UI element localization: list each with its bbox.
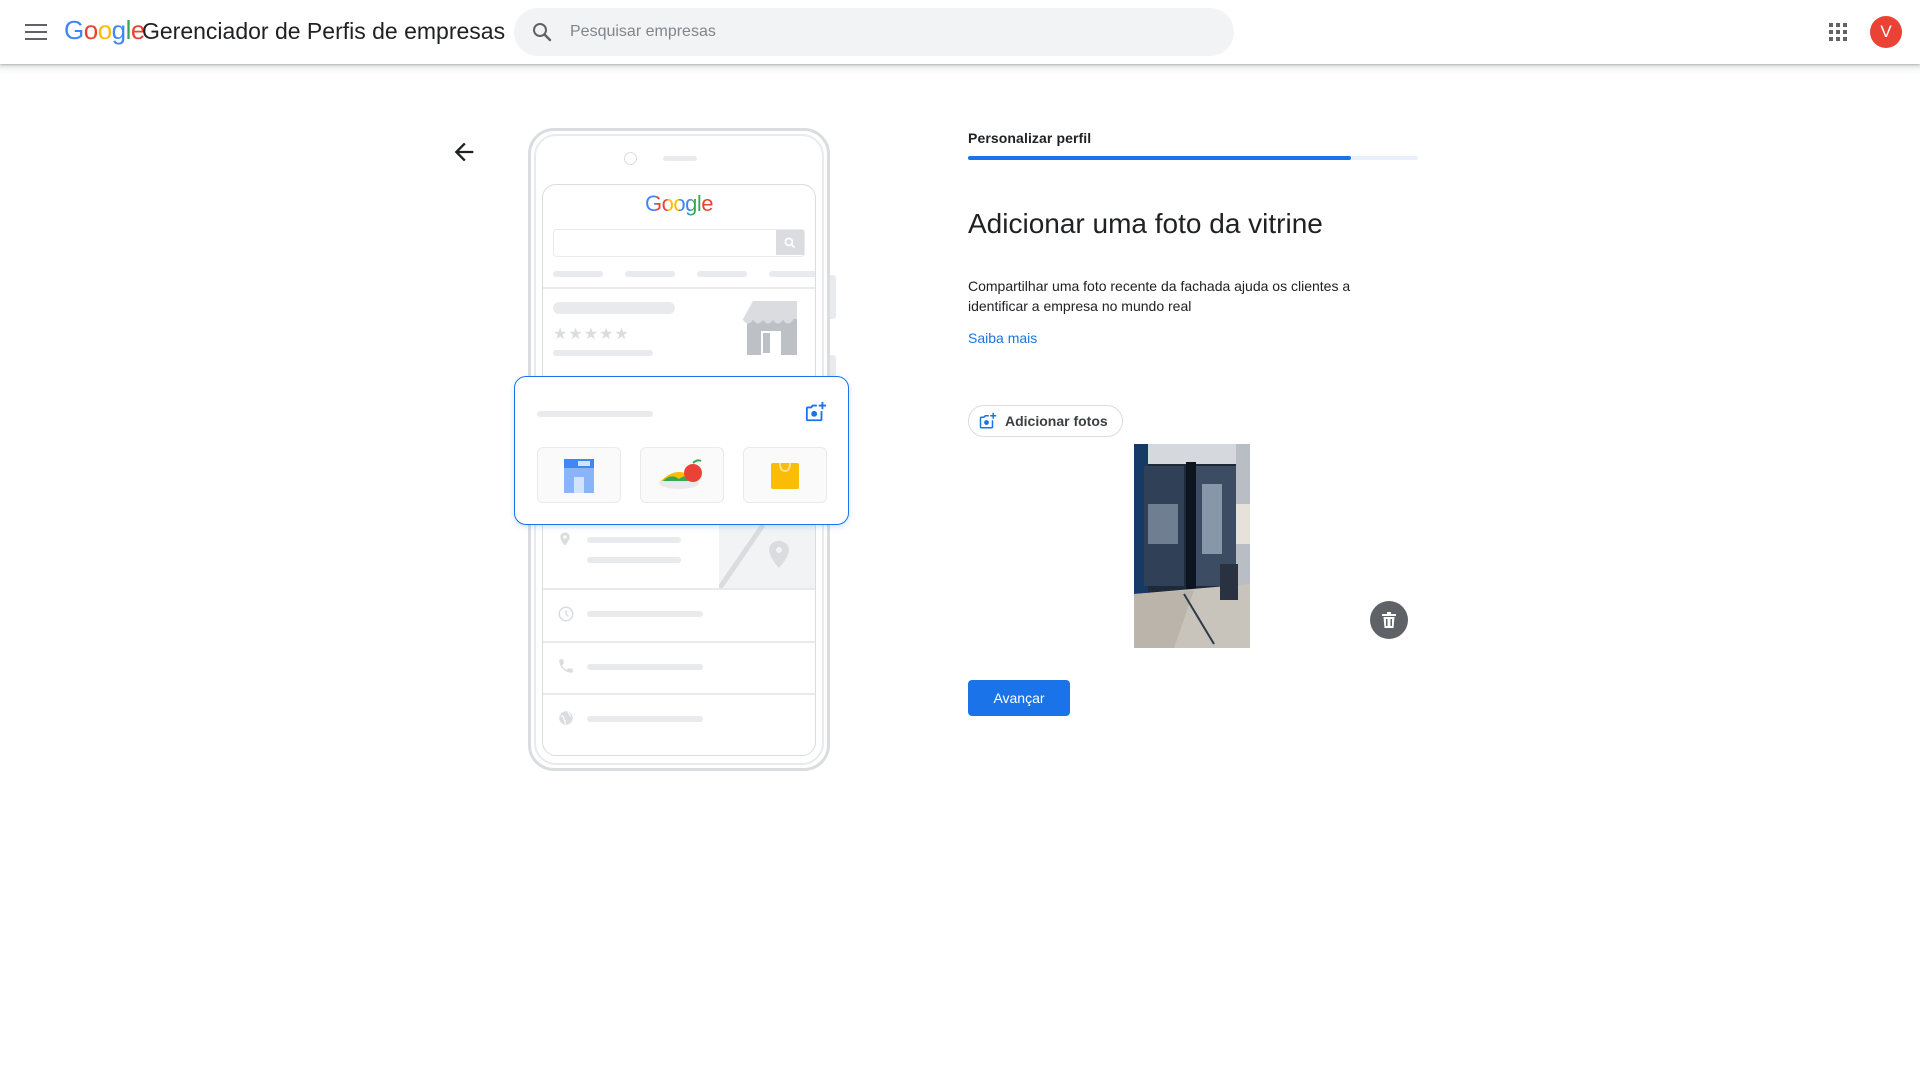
app-title: Gerenciador de Perfis de empresas xyxy=(142,18,506,44)
star-icon: ★ xyxy=(599,326,615,343)
mock-search-button xyxy=(776,230,804,255)
divider xyxy=(543,693,815,695)
search-icon xyxy=(784,236,796,248)
placeholder-bar xyxy=(587,537,681,543)
google-logo[interactable]: Google xyxy=(64,15,145,46)
food-icon xyxy=(659,459,702,489)
category-tile-food xyxy=(640,447,724,503)
placeholder-bar xyxy=(553,302,675,314)
category-tile-products xyxy=(743,447,827,503)
placeholder-bar xyxy=(587,557,681,563)
logo-letter: o xyxy=(83,15,98,45)
progress-bar xyxy=(968,156,1418,160)
progress-bar-fill xyxy=(968,156,1351,160)
learn-more-link[interactable]: Saiba mais xyxy=(968,330,1037,346)
placeholder-bar xyxy=(587,611,703,617)
rating-stars: ★★★★★ xyxy=(553,324,630,344)
map-thumbnail xyxy=(719,525,815,589)
account-avatar[interactable]: V xyxy=(1870,16,1902,48)
phone-camera xyxy=(624,152,637,165)
placeholder-bar xyxy=(769,271,815,277)
placeholder-bar xyxy=(587,664,703,670)
phone-side-button xyxy=(830,275,836,319)
divider xyxy=(543,588,815,590)
add-photos-button[interactable]: Adicionar fotos xyxy=(968,405,1123,437)
star-icon: ★ xyxy=(583,326,600,343)
placeholder-bar xyxy=(553,350,653,356)
main-menu-button[interactable] xyxy=(20,16,52,48)
photo-categories-card xyxy=(514,376,849,525)
search-icon[interactable] xyxy=(530,20,554,44)
uploaded-storefront-photo[interactable] xyxy=(1134,444,1250,648)
placeholder-bar xyxy=(587,716,703,722)
divider xyxy=(543,287,815,289)
app-header: Google Gerenciador de Perfis de empresas… xyxy=(0,0,1920,64)
apps-grid-icon[interactable] xyxy=(1826,20,1850,44)
logo-letter: G xyxy=(64,15,84,45)
delete-photo-button[interactable] xyxy=(1370,601,1408,639)
trash-icon xyxy=(1382,612,1396,628)
star-icon: ★ xyxy=(568,326,584,343)
next-button[interactable]: Avançar xyxy=(968,680,1070,716)
back-arrow-icon[interactable] xyxy=(450,138,478,166)
search-bar[interactable] xyxy=(514,8,1234,56)
mock-search-box xyxy=(553,229,805,257)
description-text: Compartilhar uma foto recente da fachada… xyxy=(968,278,1351,314)
location-pin-icon xyxy=(560,532,570,546)
star-icon: ★ xyxy=(553,326,569,343)
logo-letter: o xyxy=(97,15,112,45)
search-input[interactable] xyxy=(570,23,1170,41)
add-photos-label: Adicionar fotos xyxy=(1005,413,1108,429)
google-wordmark: Google xyxy=(645,191,713,216)
placeholder-bar xyxy=(697,271,747,277)
storefront-icon xyxy=(742,301,797,355)
menu-icon xyxy=(25,24,47,40)
category-tile-exterior xyxy=(537,447,621,503)
page-title: Adicionar uma foto da vitrine xyxy=(968,208,1323,239)
storefront-icon xyxy=(564,459,594,493)
phone-speaker xyxy=(663,156,697,161)
step-label: Personalizar perfil xyxy=(968,130,1092,146)
google-wordmark-illustration: Google xyxy=(543,191,815,217)
star-icon: ★ xyxy=(614,326,630,343)
clock-icon xyxy=(558,606,574,622)
placeholder-bar xyxy=(625,271,675,277)
add-photo-icon xyxy=(805,401,827,422)
placeholder-bar xyxy=(537,411,653,417)
storefront-photo xyxy=(1134,444,1250,648)
placeholder-bar xyxy=(553,271,603,277)
divider xyxy=(543,641,815,643)
add-photo-icon xyxy=(979,412,997,429)
globe-icon xyxy=(559,711,573,725)
logo-letter: g xyxy=(111,15,126,45)
phone-icon xyxy=(559,659,573,673)
shopping-bag-icon xyxy=(771,462,799,489)
phone-side-button xyxy=(830,355,836,377)
